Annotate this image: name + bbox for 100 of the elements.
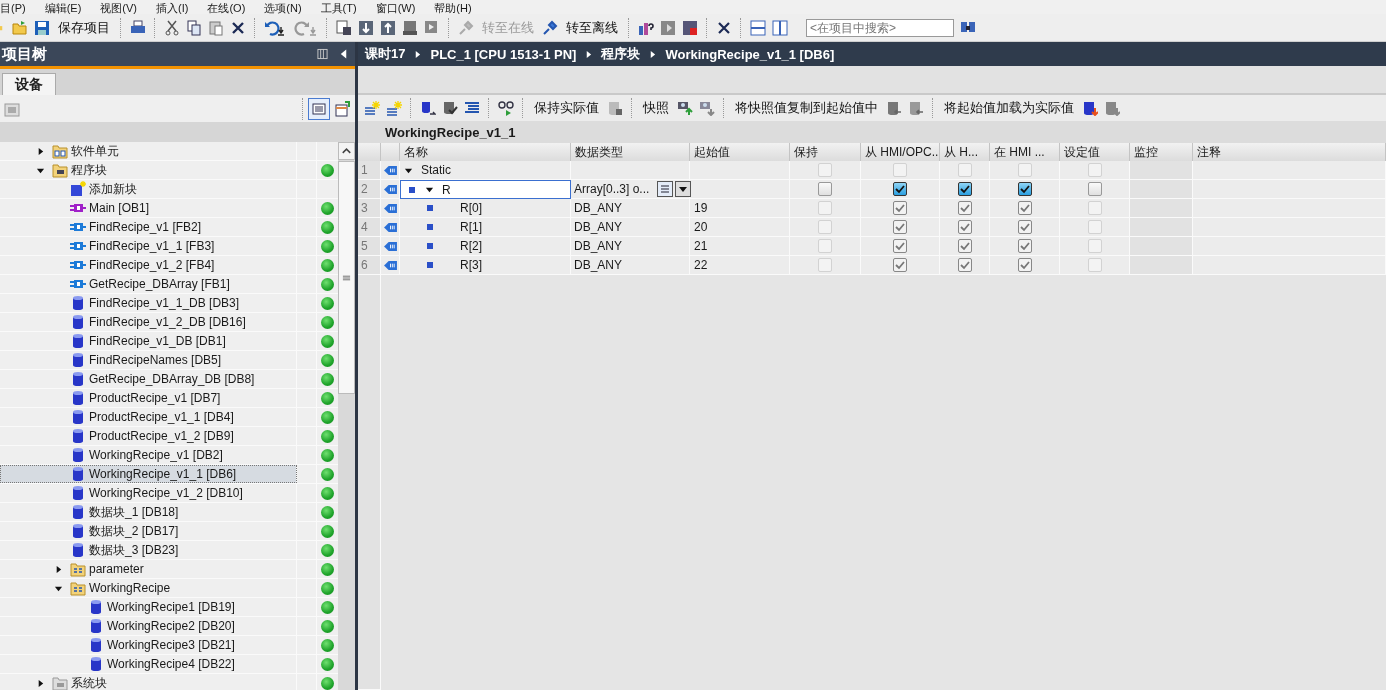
tree-item[interactable]: FindRecipe_v1_DB [DB1] bbox=[0, 332, 338, 351]
table-cell[interactable] bbox=[1130, 161, 1193, 180]
scroll-thumb[interactable] bbox=[338, 161, 355, 394]
plug-icon[interactable] bbox=[542, 19, 558, 36]
checkbox[interactable] bbox=[957, 182, 972, 196]
checkbox[interactable] bbox=[893, 182, 907, 196]
table-row[interactable]: 2 R Array[0..3] o... bbox=[358, 180, 1386, 199]
tree-item[interactable]: 程序块 bbox=[0, 161, 338, 180]
tree-item[interactable]: 数据块_3 [DB23] bbox=[0, 541, 338, 560]
go-offline-button[interactable]: 转至离线 bbox=[564, 18, 620, 37]
tree-item[interactable]: 添加新块 bbox=[0, 180, 338, 199]
database-arrow-icon[interactable] bbox=[420, 100, 436, 116]
camera-upload-icon[interactable] bbox=[677, 100, 693, 116]
checkbox[interactable] bbox=[1087, 182, 1102, 196]
table-cell[interactable] bbox=[1130, 256, 1193, 275]
list-view-icon[interactable] bbox=[309, 98, 329, 119]
cut-icon[interactable] bbox=[164, 19, 180, 36]
paste-icon[interactable] bbox=[208, 19, 224, 36]
scroll-up-icon[interactable] bbox=[338, 142, 355, 160]
split-horizontal-icon[interactable] bbox=[750, 19, 766, 36]
toolbar-button[interactable]: 将快照值复制到起始值中 bbox=[733, 99, 880, 117]
table-cell[interactable] bbox=[1130, 199, 1193, 218]
collapsed-arrow-icon[interactable] bbox=[54, 564, 63, 574]
close-icon[interactable] bbox=[716, 19, 732, 36]
table-cell[interactable] bbox=[1130, 180, 1193, 199]
toolbar-button[interactable]: 快照 bbox=[641, 99, 671, 117]
tree-item[interactable]: FindRecipe_v1_1_DB [DB3] bbox=[0, 294, 338, 313]
tree-item[interactable]: WorkingRecipe_v1_2 [DB10] bbox=[0, 484, 338, 503]
tree-item[interactable]: WorkingRecipe2 [DB20] bbox=[0, 617, 338, 636]
tree-item[interactable]: FindRecipe_v1_2_DB [DB16] bbox=[0, 313, 338, 332]
tree-item[interactable]: GetRecipe_DBArray [FB1] bbox=[0, 275, 338, 294]
glasses-icon[interactable] bbox=[498, 100, 514, 116]
tree-item[interactable]: FindRecipeNames [DB5] bbox=[0, 351, 338, 370]
list-icon[interactable] bbox=[464, 100, 480, 116]
database-lock-icon[interactable] bbox=[607, 100, 623, 116]
menu-item[interactable]: 编辑(E) bbox=[44, 2, 93, 14]
list-icon[interactable] bbox=[657, 181, 674, 197]
save-icon[interactable] bbox=[34, 19, 50, 36]
panel-stop-icon[interactable] bbox=[682, 19, 698, 36]
checkbox[interactable] bbox=[1017, 182, 1032, 196]
copy-icon[interactable] bbox=[186, 19, 202, 36]
database-arrow-icon[interactable] bbox=[886, 100, 902, 116]
menu-item[interactable]: 选项(N) bbox=[264, 2, 313, 14]
tree-item[interactable]: WorkingRecipe3 [DB21] bbox=[0, 636, 338, 655]
table-cell[interactable] bbox=[1130, 237, 1193, 256]
tree-item[interactable]: FindRecipe_v1_2 [FB4] bbox=[0, 256, 338, 275]
collapse-icon[interactable] bbox=[338, 48, 349, 60]
name-cell[interactable]: R bbox=[400, 180, 571, 199]
menu-item[interactable]: 插入(I) bbox=[156, 2, 200, 14]
scrollbar[interactable] bbox=[338, 142, 355, 690]
search-field[interactable]: <在项目中搜索> bbox=[806, 18, 954, 37]
table-cell[interactable] bbox=[1130, 218, 1193, 237]
checkbox[interactable] bbox=[818, 182, 832, 196]
compile-icon[interactable] bbox=[336, 19, 352, 36]
print-icon[interactable] bbox=[130, 19, 146, 36]
table-refresh-icon[interactable] bbox=[335, 100, 351, 117]
device-icon[interactable] bbox=[402, 19, 418, 36]
table-row[interactable]: 1 Static bbox=[358, 161, 1386, 180]
insert-row-icon[interactable] bbox=[364, 100, 380, 116]
save-project-button[interactable]: 保存项目 bbox=[56, 18, 112, 37]
menu-item[interactable]: 视图(V) bbox=[100, 2, 148, 14]
tree-item[interactable]: Main [OB1] bbox=[0, 199, 338, 218]
tree-item[interactable]: 软件单元 bbox=[0, 142, 338, 161]
database-arrow-icon[interactable] bbox=[908, 100, 924, 116]
tree-item[interactable]: FindRecipe_v1_1 [FB3] bbox=[0, 237, 338, 256]
panel-play-icon[interactable] bbox=[660, 19, 676, 36]
redo-icon[interactable] bbox=[294, 19, 318, 36]
delete-icon[interactable] bbox=[230, 19, 246, 36]
device-view-icon[interactable] bbox=[4, 100, 20, 117]
database-download-icon[interactable] bbox=[1082, 100, 1098, 116]
download-icon[interactable] bbox=[358, 19, 374, 36]
menu-item[interactable]: 帮助(H) bbox=[434, 2, 483, 14]
toolbar-button[interactable]: 保持实际值 bbox=[532, 99, 601, 117]
tree-item[interactable]: WorkingRecipe1 [DB19] bbox=[0, 598, 338, 617]
simulation-icon[interactable] bbox=[424, 19, 440, 36]
collapsed-arrow-icon[interactable] bbox=[36, 678, 45, 688]
tab[interactable]: 设备 bbox=[2, 73, 56, 95]
menu-item[interactable]: 工具(T) bbox=[320, 2, 368, 14]
split-vertical-icon[interactable] bbox=[772, 19, 788, 36]
toolbar-button[interactable]: 将起始值加载为实际值 bbox=[942, 99, 1076, 117]
breadcrumb-item[interactable]: PLC_1 [CPU 1513-1 PN] bbox=[430, 46, 577, 62]
table-row[interactable]: 3 R[0] DB_ANY 19 bbox=[358, 199, 1386, 218]
table-row[interactable]: 5 R[2] DB_ANY 21 bbox=[358, 237, 1386, 256]
camera-download-icon[interactable] bbox=[699, 100, 715, 116]
pin-icon[interactable] bbox=[317, 48, 328, 60]
upload-icon[interactable] bbox=[380, 19, 396, 36]
breadcrumb-item[interactable]: 程序块 bbox=[601, 45, 641, 63]
database-check-icon[interactable] bbox=[442, 100, 458, 116]
tree-item[interactable]: 数据块_1 [DB18] bbox=[0, 503, 338, 522]
table-row[interactable]: 4 R[1] DB_ANY 20 bbox=[358, 218, 1386, 237]
tree-item[interactable]: parameter bbox=[0, 560, 338, 579]
tree-item[interactable]: ProductRecipe_v1_1 [DB4] bbox=[0, 408, 338, 427]
open-folder-icon[interactable] bbox=[12, 19, 28, 36]
tree-item[interactable]: WorkingRecipe bbox=[0, 579, 338, 598]
collapsed-arrow-icon[interactable] bbox=[36, 146, 45, 156]
menu-item[interactable]: 目(P) bbox=[0, 2, 37, 14]
tree-item[interactable]: WorkingRecipe4 [DB22] bbox=[0, 655, 338, 674]
tree-item[interactable]: ProductRecipe_v1 [DB7] bbox=[0, 389, 338, 408]
tree-item[interactable]: ProductRecipe_v1_2 [DB9] bbox=[0, 427, 338, 446]
breadcrumb-item[interactable]: 课时17 bbox=[365, 45, 406, 63]
